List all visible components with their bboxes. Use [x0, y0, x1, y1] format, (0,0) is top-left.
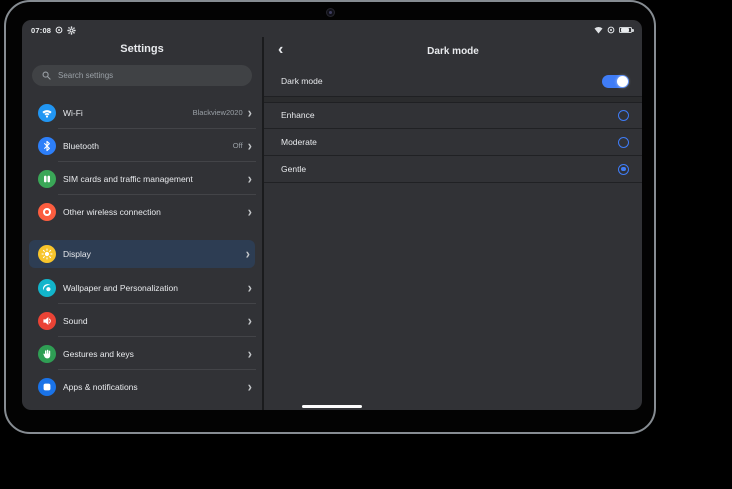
- search-input[interactable]: Search settings: [32, 65, 252, 86]
- sidebar-item-wallpaper-and-personalization[interactable]: Wallpaper and Personalization›: [22, 271, 262, 304]
- settings-sidebar: Settings Search settings Wi-FiBlackview2…: [22, 37, 262, 410]
- chevron-right-icon: ›: [248, 140, 252, 152]
- dark-mode-header: ‹ Dark mode: [264, 37, 642, 65]
- dark-mode-toggle-label: Dark mode: [281, 76, 323, 86]
- sidebar-item-label: Gestures and keys: [63, 349, 248, 359]
- status-bar: 07:08: [22, 20, 642, 37]
- option-label: Gentle: [281, 164, 306, 174]
- sidebar-item-label: Apps & notifications: [63, 382, 248, 392]
- ring-icon: [38, 203, 56, 221]
- screen-cast-icon: [607, 26, 615, 34]
- sidebar-item-label: Wi-Fi: [63, 108, 193, 118]
- chevron-right-icon: ›: [248, 206, 252, 218]
- front-camera-icon: [326, 8, 335, 17]
- chevron-right-icon: ›: [246, 248, 250, 260]
- wifi-icon: [38, 104, 56, 122]
- speaker-icon: [38, 312, 56, 330]
- chevron-right-icon: ›: [248, 348, 252, 360]
- wave-icon: [38, 279, 56, 297]
- hand-icon: [38, 345, 56, 363]
- settings-group: Display›Wallpaper and Personalization›So…: [22, 240, 262, 403]
- sidebar-item-apps-notifications[interactable]: Apps & notifications›: [22, 370, 262, 403]
- sidebar-item-bluetooth[interactable]: BluetoothOff ›: [22, 129, 262, 162]
- sidebar-item-gestures-and-keys[interactable]: Gestures and keys›: [22, 337, 262, 370]
- chevron-right-icon: ›: [248, 381, 252, 393]
- option-label: Enhance: [281, 110, 315, 120]
- status-bar-left: 07:08: [31, 26, 76, 35]
- bluetooth-icon: [38, 137, 56, 155]
- settings-list: Wi-FiBlackview2020›BluetoothOff›SIM card…: [22, 96, 262, 403]
- status-time: 07:08: [31, 26, 51, 35]
- search-icon: [42, 71, 51, 80]
- option-label: Moderate: [281, 137, 317, 147]
- option-row-gentle[interactable]: Gentle: [264, 156, 642, 183]
- sun-icon: [38, 245, 56, 263]
- back-button[interactable]: ‹: [278, 39, 283, 61]
- sidebar-item-value: Off: [233, 141, 243, 150]
- sim-icon: [38, 170, 56, 188]
- dark-mode-toggle[interactable]: [602, 75, 629, 88]
- sidebar-item-label: Wallpaper and Personalization: [63, 283, 248, 293]
- sidebar-item-other-wireless-connection[interactable]: Other wireless connection›: [22, 195, 262, 228]
- data-saver-icon: [55, 26, 63, 34]
- apps-icon: [38, 378, 56, 396]
- sidebar-item-label: Bluetooth: [63, 141, 233, 151]
- toggle-knob: [617, 76, 628, 87]
- sidebar-item-label: Other wireless connection: [63, 207, 248, 217]
- stage: 07:08: [0, 0, 732, 489]
- option-row-moderate[interactable]: Moderate: [264, 129, 642, 156]
- sidebar-item-value: Blackview2020: [193, 108, 243, 117]
- sidebar-item-sound[interactable]: Sound›: [22, 304, 262, 337]
- battery-icon: [619, 27, 632, 34]
- tablet-device: 07:08: [4, 0, 656, 434]
- settings-gear-icon: [67, 26, 76, 35]
- sidebar-item-label: Display: [63, 249, 246, 259]
- sidebar-item-sim-cards-and-traffic-management[interactable]: SIM cards and traffic management›: [22, 162, 262, 195]
- wifi-status-icon: [594, 26, 603, 34]
- search-placeholder: Search settings: [58, 71, 113, 80]
- chevron-right-icon: ›: [248, 315, 252, 327]
- settings-title: Settings: [22, 43, 262, 58]
- chevron-right-icon: ›: [248, 282, 252, 294]
- chevron-right-icon: ›: [248, 107, 252, 119]
- chevron-right-icon: ›: [248, 173, 252, 185]
- sidebar-item-label: Sound: [63, 316, 248, 326]
- option-row-enhance[interactable]: Enhance: [264, 102, 642, 129]
- page-title: Dark mode: [427, 46, 479, 57]
- dark-mode-panel: ‹ Dark mode Dark mode Enhance Moderate Gen…: [262, 37, 642, 410]
- radio-enhance[interactable]: [618, 110, 629, 121]
- screen: 07:08: [22, 20, 642, 410]
- settings-group: Wi-FiBlackview2020›BluetoothOff›SIM card…: [22, 96, 262, 228]
- settings-panels: Settings Search settings Wi-FiBlackview2…: [22, 37, 642, 410]
- dark-mode-options-list: Enhance Moderate Gentle: [264, 102, 642, 183]
- status-bar-right: [594, 26, 632, 34]
- radio-moderate[interactable]: [618, 137, 629, 148]
- dark-mode-toggle-row[interactable]: Dark mode: [264, 65, 642, 97]
- radio-gentle[interactable]: [618, 164, 629, 175]
- sidebar-item-label: SIM cards and traffic management: [63, 174, 248, 184]
- home-indicator[interactable]: [302, 405, 362, 408]
- sidebar-item-wi-fi[interactable]: Wi-FiBlackview2020 ›: [22, 96, 262, 129]
- sidebar-item-display[interactable]: Display›: [29, 240, 255, 268]
